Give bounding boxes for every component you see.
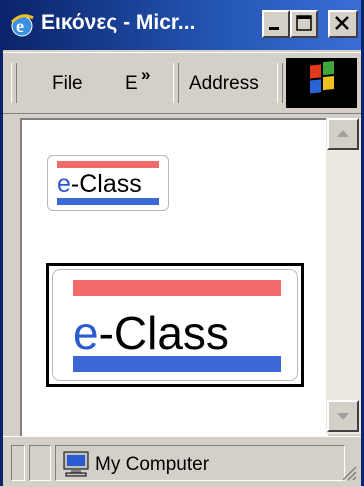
address-label[interactable]: Address xyxy=(189,73,259,95)
status-panel-progress xyxy=(11,445,25,481)
maximize-button[interactable] xyxy=(290,10,318,38)
minimize-button[interactable] xyxy=(262,10,290,38)
maximize-icon xyxy=(296,15,312,31)
logo-small-e: e xyxy=(57,170,71,198)
resize-grip-icon[interactable] xyxy=(339,463,357,486)
scroll-down-button[interactable] xyxy=(327,400,359,432)
computer-icon xyxy=(61,450,91,483)
windows-flag-icon xyxy=(310,60,334,94)
window-title: Εικόνες - Micr... xyxy=(41,11,196,34)
toolbar-grip-throbber xyxy=(277,63,283,103)
minimize-icon xyxy=(269,27,279,30)
status-zone-text: My Computer xyxy=(95,454,210,475)
logo-large-e: e xyxy=(73,307,99,359)
arrow-up-icon xyxy=(337,130,349,137)
browser-window: e Εικόνες - Micr... File E » Address e-C… xyxy=(0,0,364,487)
arrow-down-icon xyxy=(337,413,349,420)
toolbar-grip[interactable] xyxy=(11,63,17,103)
title-bar[interactable]: e Εικόνες - Micr... xyxy=(3,0,361,50)
vertical-scrollbar[interactable] xyxy=(326,118,361,434)
close-icon xyxy=(335,16,349,30)
logo-large-red-bar xyxy=(73,280,281,296)
logo-large-class: -Class xyxy=(98,307,229,359)
eclass-logo-small[interactable]: e-Class xyxy=(47,155,169,211)
toolbar-grip-address[interactable] xyxy=(173,63,179,103)
logo-large-text: e-Class xyxy=(73,306,229,360)
menu-edit[interactable]: E xyxy=(125,73,138,95)
logo-small-text: e-Class xyxy=(57,170,142,199)
eclass-logo-large-frame[interactable]: e-Class xyxy=(46,263,304,387)
eclass-logo-large: e-Class xyxy=(52,269,298,381)
chevron-more-icon[interactable]: » xyxy=(141,65,151,85)
logo-red-bar xyxy=(57,161,159,168)
scroll-up-button[interactable] xyxy=(327,118,359,150)
logo-small-class: -Class xyxy=(70,170,142,198)
windows-logo-throbber xyxy=(286,58,357,108)
menu-toolbar: File E » Address xyxy=(3,52,361,114)
status-bar: My Computer xyxy=(3,436,361,487)
logo-blue-bar xyxy=(57,198,159,205)
status-panel-small xyxy=(29,445,51,481)
page-content: e-Class e-Class xyxy=(20,118,328,436)
ie-icon: e xyxy=(9,12,35,38)
logo-large-blue-bar xyxy=(73,356,281,372)
menu-file[interactable]: File xyxy=(52,73,83,95)
close-button[interactable] xyxy=(328,10,358,38)
